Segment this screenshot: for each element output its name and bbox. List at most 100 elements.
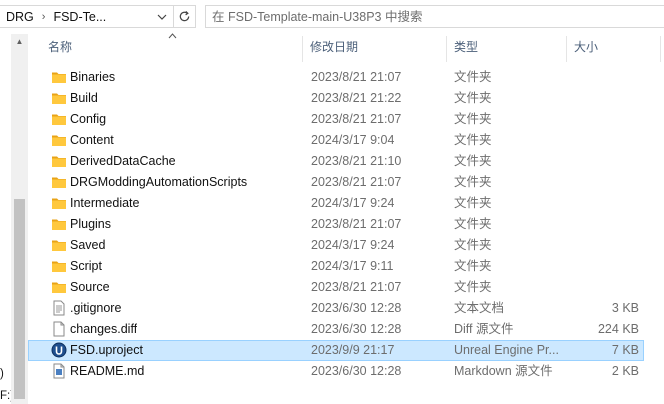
column-header-row: 名称 修改日期 类型 大小 (28, 33, 664, 62)
diff-file-icon (51, 321, 67, 337)
file-list: Binaries 2023/8/21 21:07 文件夹 Build 2023/… (28, 67, 664, 382)
file-date: 2024/3/17 9:24 (311, 196, 395, 210)
file-row[interactable]: Source 2023/8/21 21:07 文件夹 (28, 277, 644, 298)
file-date: 2023/8/21 21:07 (311, 217, 402, 231)
breadcrumb[interactable]: DRG › FSD-Te... (0, 5, 196, 28)
file-row[interactable]: Binaries 2023/8/21 21:07 文件夹 (28, 67, 644, 88)
breadcrumb-item-drg[interactable]: DRG (0, 10, 40, 24)
file-size (559, 131, 639, 150)
file-size (559, 215, 639, 234)
file-size: 224 KB (597, 322, 639, 336)
file-date: 2023/6/30 12:28 (311, 322, 402, 336)
file-size (559, 68, 639, 87)
unreal-engine-icon (51, 342, 67, 358)
folder-icon (51, 258, 67, 274)
file-date: 2023/8/21 21:07 (311, 70, 402, 84)
file-size: 3 KB (611, 301, 639, 315)
file-type: Diff 源文件 (454, 322, 514, 336)
folder-icon (51, 132, 67, 148)
file-date: 2023/6/30 12:28 (311, 364, 402, 378)
file-size (559, 173, 639, 192)
search-input[interactable] (206, 9, 664, 24)
address-bar: DRG › FSD-Te... (0, 0, 664, 34)
file-name: Saved (70, 238, 106, 252)
file-row[interactable]: Config 2023/8/21 21:07 文件夹 (28, 109, 644, 130)
scroll-up-icon[interactable]: ▲ (11, 36, 28, 48)
markdown-file-icon (51, 363, 67, 379)
file-type: 文件夹 (454, 280, 492, 294)
file-size: 7 KB (611, 343, 639, 357)
file-date: 2024/3/17 9:24 (311, 238, 395, 252)
file-type: 文件夹 (454, 217, 492, 231)
file-type: 文件夹 (454, 154, 492, 168)
nav-item-fragment[interactable]: ) (0, 368, 4, 380)
file-row[interactable]: Saved 2024/3/17 9:24 文件夹 (28, 235, 644, 256)
column-header-date[interactable]: 修改日期 (304, 34, 358, 62)
file-type: 文件夹 (454, 133, 492, 147)
file-type: Unreal Engine Pr... (454, 343, 559, 357)
refresh-button[interactable] (173, 6, 195, 27)
file-date: 2023/8/21 21:07 (311, 112, 402, 126)
chevron-down-icon (157, 14, 166, 20)
column-header-type[interactable]: 类型 (448, 34, 478, 62)
file-date: 2023/9/9 21:17 (311, 343, 395, 357)
file-date: 2024/3/17 9:11 (311, 259, 394, 273)
file-type: 文件夹 (454, 196, 492, 210)
folder-icon (51, 195, 67, 211)
file-type: Markdown 源文件 (454, 364, 553, 378)
search-box[interactable] (205, 5, 664, 28)
folder-icon (51, 153, 67, 169)
file-type: 文件夹 (454, 175, 492, 189)
file-type: 文件夹 (454, 238, 492, 252)
file-row[interactable]: Intermediate 2024/3/17 9:24 文件夹 (28, 193, 644, 214)
file-size (559, 89, 639, 108)
column-header-size[interactable]: 大小 (568, 34, 598, 62)
column-divider[interactable] (446, 36, 447, 62)
file-name: DRGModdingAutomationScripts (70, 175, 248, 189)
file-row[interactable]: Build 2023/8/21 21:22 文件夹 (28, 88, 644, 109)
file-type: 文件夹 (454, 91, 492, 105)
file-row[interactable]: changes.diff 2023/6/30 12:28 Diff 源文件 22… (28, 319, 644, 340)
file-name: DerivedDataCache (70, 154, 176, 168)
file-row[interactable]: Content 2024/3/17 9:04 文件夹 (28, 130, 644, 151)
file-row[interactable]: DerivedDataCache 2023/8/21 21:10 文件夹 (28, 151, 644, 172)
column-header-name[interactable]: 名称 (42, 34, 72, 62)
address-dropdown-button[interactable] (150, 6, 172, 27)
file-date: 2023/8/21 21:10 (311, 154, 402, 168)
file-size (559, 236, 639, 255)
refresh-icon (179, 10, 190, 22)
column-divider[interactable] (660, 36, 661, 62)
breadcrumb-item-fsd[interactable]: FSD-Te... (47, 10, 112, 24)
file-name: Intermediate (70, 196, 140, 210)
folder-icon (51, 237, 67, 253)
folder-icon (51, 69, 67, 85)
file-type: 文本文档 (454, 301, 505, 315)
file-size (559, 194, 639, 213)
file-name: README.md (70, 364, 145, 378)
column-divider[interactable] (302, 36, 303, 62)
file-name: Binaries (70, 70, 116, 84)
file-date: 2023/8/21 21:07 (311, 175, 402, 189)
file-type: 文件夹 (454, 112, 492, 126)
text-file-icon (51, 300, 67, 316)
file-name: Build (70, 91, 98, 105)
file-date: 2023/8/21 21:07 (311, 280, 402, 294)
file-row[interactable]: Script 2024/3/17 9:11 文件夹 (28, 256, 644, 277)
file-row[interactable]: .gitignore 2023/6/30 12:28 文本文档 3 KB (28, 298, 644, 319)
file-name: Content (70, 133, 114, 147)
file-row[interactable]: README.md 2023/6/30 12:28 Markdown 源文件 2… (28, 361, 644, 382)
chevron-right-icon[interactable]: › (40, 11, 48, 23)
file-row[interactable]: DRGModdingAutomationScripts 2023/8/21 21… (28, 172, 644, 193)
file-date: 2024/3/17 9:04 (311, 133, 395, 147)
file-name: changes.diff (70, 322, 138, 336)
file-name: Script (70, 259, 102, 273)
file-name: .gitignore (70, 301, 122, 315)
file-row[interactable]: Plugins 2023/8/21 21:07 文件夹 (28, 214, 644, 235)
navigation-pane[interactable]: ) F:) ▲ (0, 34, 28, 404)
folder-icon (51, 279, 67, 295)
column-divider[interactable] (566, 36, 567, 62)
scrollbar-thumb[interactable] (14, 199, 25, 399)
nav-scrollbar[interactable]: ▲ (11, 34, 28, 404)
file-row[interactable]: FSD.uproject 2023/9/9 21:17 Unreal Engin… (28, 340, 644, 361)
folder-icon (51, 216, 67, 232)
